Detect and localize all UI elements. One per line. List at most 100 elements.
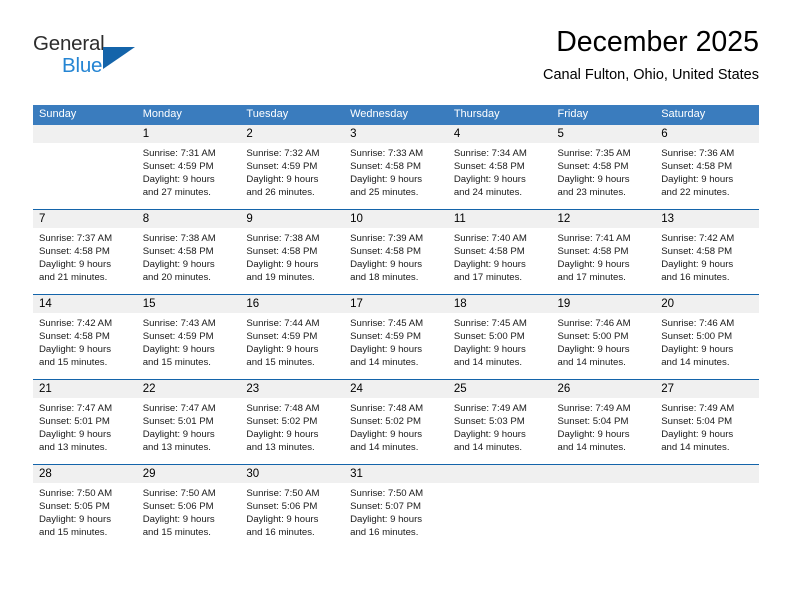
day-number xyxy=(551,465,656,483)
day-cell[interactable]: 17 Sunrise: 7:45 AM Sunset: 4:59 PM Dayligh… xyxy=(344,294,448,380)
day-number: 6 xyxy=(655,125,759,143)
day-details: Sunrise: 7:31 AM Sunset: 4:59 PM Daylight:… xyxy=(137,143,241,199)
page-header: General Blue December 2025 Canal Fulton,… xyxy=(33,26,759,98)
sunrise-text: Sunrise: 7:50 AM xyxy=(142,488,216,499)
daylight-text-line1: Daylight: 9 hours xyxy=(39,344,111,356)
sunset-text: Sunset: 4:58 PM xyxy=(246,246,318,258)
sunset-text: Sunset: 4:58 PM xyxy=(142,246,214,258)
daylight-text-line2: and 25 minutes. xyxy=(350,187,419,199)
daylight-text-line2: and 14 minutes. xyxy=(557,442,626,454)
day-cell[interactable] xyxy=(447,464,552,549)
sunset-text: Sunset: 4:59 PM xyxy=(246,331,318,343)
weekday-header-tuesday: Tuesday xyxy=(240,105,345,125)
daylight-text-line2: and 13 minutes. xyxy=(142,442,211,454)
daylight-text-line2: and 13 minutes. xyxy=(39,442,108,454)
daylight-text-line1: Daylight: 9 hours xyxy=(142,174,215,186)
day-number: 19 xyxy=(551,295,656,313)
day-cell[interactable]: 8 Sunrise: 7:38 AM Sunset: 4:58 PM Daylight… xyxy=(136,209,241,295)
sunset-text: Sunset: 5:02 PM xyxy=(350,416,422,428)
sunrise-text: Sunrise: 7:32 AM xyxy=(246,148,320,159)
daylight-text-line1: Daylight: 9 hours xyxy=(142,344,215,356)
sunrise-text: Sunrise: 7:34 AM xyxy=(453,148,527,159)
day-number xyxy=(33,125,137,143)
daylight-text-line1: Daylight: 9 hours xyxy=(246,344,319,356)
daylight-text-line1: Daylight: 9 hours xyxy=(246,259,319,271)
day-number: 16 xyxy=(240,295,345,313)
day-cell[interactable]: 3 Sunrise: 7:33 AM Sunset: 4:58 PM Daylight… xyxy=(344,125,448,210)
day-details: Sunrise: 7:50 AM Sunset: 5:05 PM Daylight:… xyxy=(33,483,137,539)
day-cell[interactable]: 1 Sunrise: 7:31 AM Sunset: 4:59 PM Daylight… xyxy=(136,125,241,210)
general-blue-logo: General Blue xyxy=(33,32,233,88)
day-cell[interactable]: 31 Sunrise: 7:50 AM Sunset: 5:07 PM Dayligh… xyxy=(344,464,448,549)
day-details: Sunrise: 7:43 AM Sunset: 4:59 PM Daylight:… xyxy=(137,313,241,369)
day-cell[interactable]: 21 Sunrise: 7:47 AM Sunset: 5:01 PM Dayligh… xyxy=(33,379,137,465)
day-cell[interactable] xyxy=(33,125,137,210)
day-cell[interactable]: 23 Sunrise: 7:48 AM Sunset: 5:02 PM Dayligh… xyxy=(240,379,345,465)
day-cell[interactable]: 5 Sunrise: 7:35 AM Sunset: 4:58 PM Daylight… xyxy=(551,125,656,210)
day-details: Sunrise: 7:37 AM Sunset: 4:58 PM Daylight:… xyxy=(33,228,137,284)
day-cell[interactable]: 28 Sunrise: 7:50 AM Sunset: 5:05 PM Dayligh… xyxy=(33,464,137,549)
day-cell[interactable]: 13 Sunrise: 7:42 AM Sunset: 4:58 PM Dayligh… xyxy=(655,209,759,295)
sunrise-text: Sunrise: 7:49 AM xyxy=(661,403,735,414)
day-cell[interactable] xyxy=(551,464,656,549)
daylight-text-line1: Daylight: 9 hours xyxy=(142,514,215,526)
sunset-text: Sunset: 5:00 PM xyxy=(661,331,733,343)
day-cell[interactable]: 22 Sunrise: 7:47 AM Sunset: 5:01 PM Dayligh… xyxy=(136,379,241,465)
sunset-text: Sunset: 5:04 PM xyxy=(557,416,629,428)
day-cell[interactable]: 4 Sunrise: 7:34 AM Sunset: 4:58 PM Daylight… xyxy=(447,125,552,210)
day-cell[interactable]: 24 Sunrise: 7:48 AM Sunset: 5:02 PM Dayligh… xyxy=(344,379,448,465)
day-number: 2 xyxy=(240,125,345,143)
day-cell[interactable]: 26 Sunrise: 7:49 AM Sunset: 5:04 PM Dayligh… xyxy=(551,379,656,465)
sunrise-text: Sunrise: 7:44 AM xyxy=(246,318,320,329)
day-cell[interactable]: 6 Sunrise: 7:36 AM Sunset: 4:58 PM Daylight… xyxy=(655,125,759,210)
day-cell[interactable]: 2 Sunrise: 7:32 AM Sunset: 4:59 PM Daylight… xyxy=(240,125,345,210)
day-cell[interactable]: 29 Sunrise: 7:50 AM Sunset: 5:06 PM Dayligh… xyxy=(136,464,241,549)
sunset-text: Sunset: 5:07 PM xyxy=(350,501,422,513)
daylight-text-line2: and 14 minutes. xyxy=(453,357,523,369)
day-cell[interactable]: 14 Sunrise: 7:42 AM Sunset: 4:58 PM Dayligh… xyxy=(33,294,137,380)
day-cell[interactable]: 27 Sunrise: 7:49 AM Sunset: 5:04 PM Dayligh… xyxy=(655,379,759,465)
sunrise-text: Sunrise: 7:47 AM xyxy=(39,403,113,414)
sunset-text: Sunset: 5:00 PM xyxy=(557,331,629,343)
day-details: Sunrise: 7:38 AM Sunset: 4:58 PM Daylight:… xyxy=(240,228,344,284)
day-details: Sunrise: 7:47 AM Sunset: 5:01 PM Daylight:… xyxy=(33,398,137,454)
daylight-text-line2: and 23 minutes. xyxy=(557,187,626,199)
day-details: Sunrise: 7:46 AM Sunset: 5:00 PM Daylight:… xyxy=(655,313,759,369)
day-cell[interactable]: 19 Sunrise: 7:46 AM Sunset: 5:00 PM Dayligh… xyxy=(551,294,656,380)
daylight-text-line1: Daylight: 9 hours xyxy=(453,174,526,186)
page-title: December 2025 xyxy=(556,26,759,58)
day-cell[interactable]: 11 Sunrise: 7:40 AM Sunset: 4:58 PM Dayligh… xyxy=(447,209,552,295)
daylight-text-line2: and 20 minutes. xyxy=(142,272,211,284)
day-cell[interactable]: 10 Sunrise: 7:39 AM Sunset: 4:58 PM Dayligh… xyxy=(344,209,448,295)
calendar-week-row: 21 Sunrise: 7:47 AM Sunset: 5:01 PM Dayligh… xyxy=(33,379,759,465)
day-cell[interactable]: 9 Sunrise: 7:38 AM Sunset: 4:58 PM Daylight… xyxy=(240,209,345,295)
daylight-text-line2: and 17 minutes. xyxy=(453,272,523,284)
day-details: Sunrise: 7:42 AM Sunset: 4:58 PM Daylight:… xyxy=(33,313,137,369)
day-details: Sunrise: 7:50 AM Sunset: 5:07 PM Daylight:… xyxy=(344,483,448,539)
day-details: Sunrise: 7:44 AM Sunset: 4:59 PM Daylight:… xyxy=(240,313,344,369)
day-cell[interactable]: 20 Sunrise: 7:46 AM Sunset: 5:00 PM Dayligh… xyxy=(655,294,759,380)
daylight-text-line1: Daylight: 9 hours xyxy=(557,174,630,186)
day-cell[interactable]: 30 Sunrise: 7:50 AM Sunset: 5:06 PM Dayligh… xyxy=(240,464,345,549)
daylight-text-line2: and 24 minutes. xyxy=(453,187,523,199)
day-cell[interactable]: 15 Sunrise: 7:43 AM Sunset: 4:59 PM Dayligh… xyxy=(136,294,241,380)
day-details: Sunrise: 7:36 AM Sunset: 4:58 PM Daylight:… xyxy=(655,143,759,199)
weekday-header-thursday: Thursday xyxy=(447,105,552,125)
day-cell[interactable]: 12 Sunrise: 7:41 AM Sunset: 4:58 PM Dayligh… xyxy=(551,209,656,295)
daylight-text-line2: and 15 minutes. xyxy=(142,527,211,539)
sunrise-text: Sunrise: 7:37 AM xyxy=(39,233,113,244)
day-cell[interactable] xyxy=(655,464,759,549)
day-cell[interactable]: 16 Sunrise: 7:44 AM Sunset: 4:59 PM Dayligh… xyxy=(240,294,345,380)
daylight-text-line1: Daylight: 9 hours xyxy=(661,174,734,186)
day-cell[interactable]: 7 Sunrise: 7:37 AM Sunset: 4:58 PM Daylight… xyxy=(33,209,137,295)
day-details: Sunrise: 7:39 AM Sunset: 4:58 PM Daylight:… xyxy=(344,228,448,284)
daylight-text-line1: Daylight: 9 hours xyxy=(350,259,423,271)
day-details: Sunrise: 7:48 AM Sunset: 5:02 PM Daylight:… xyxy=(240,398,344,454)
sunset-text: Sunset: 5:02 PM xyxy=(246,416,318,428)
sunrise-text: Sunrise: 7:42 AM xyxy=(661,233,735,244)
day-cell[interactable]: 25 Sunrise: 7:49 AM Sunset: 5:03 PM Dayligh… xyxy=(447,379,552,465)
day-details: Sunrise: 7:50 AM Sunset: 5:06 PM Daylight:… xyxy=(137,483,241,539)
weekday-header-wednesday: Wednesday xyxy=(344,105,448,125)
day-cell[interactable]: 18 Sunrise: 7:45 AM Sunset: 5:00 PM Dayligh… xyxy=(447,294,552,380)
sunrise-text: Sunrise: 7:43 AM xyxy=(142,318,216,329)
